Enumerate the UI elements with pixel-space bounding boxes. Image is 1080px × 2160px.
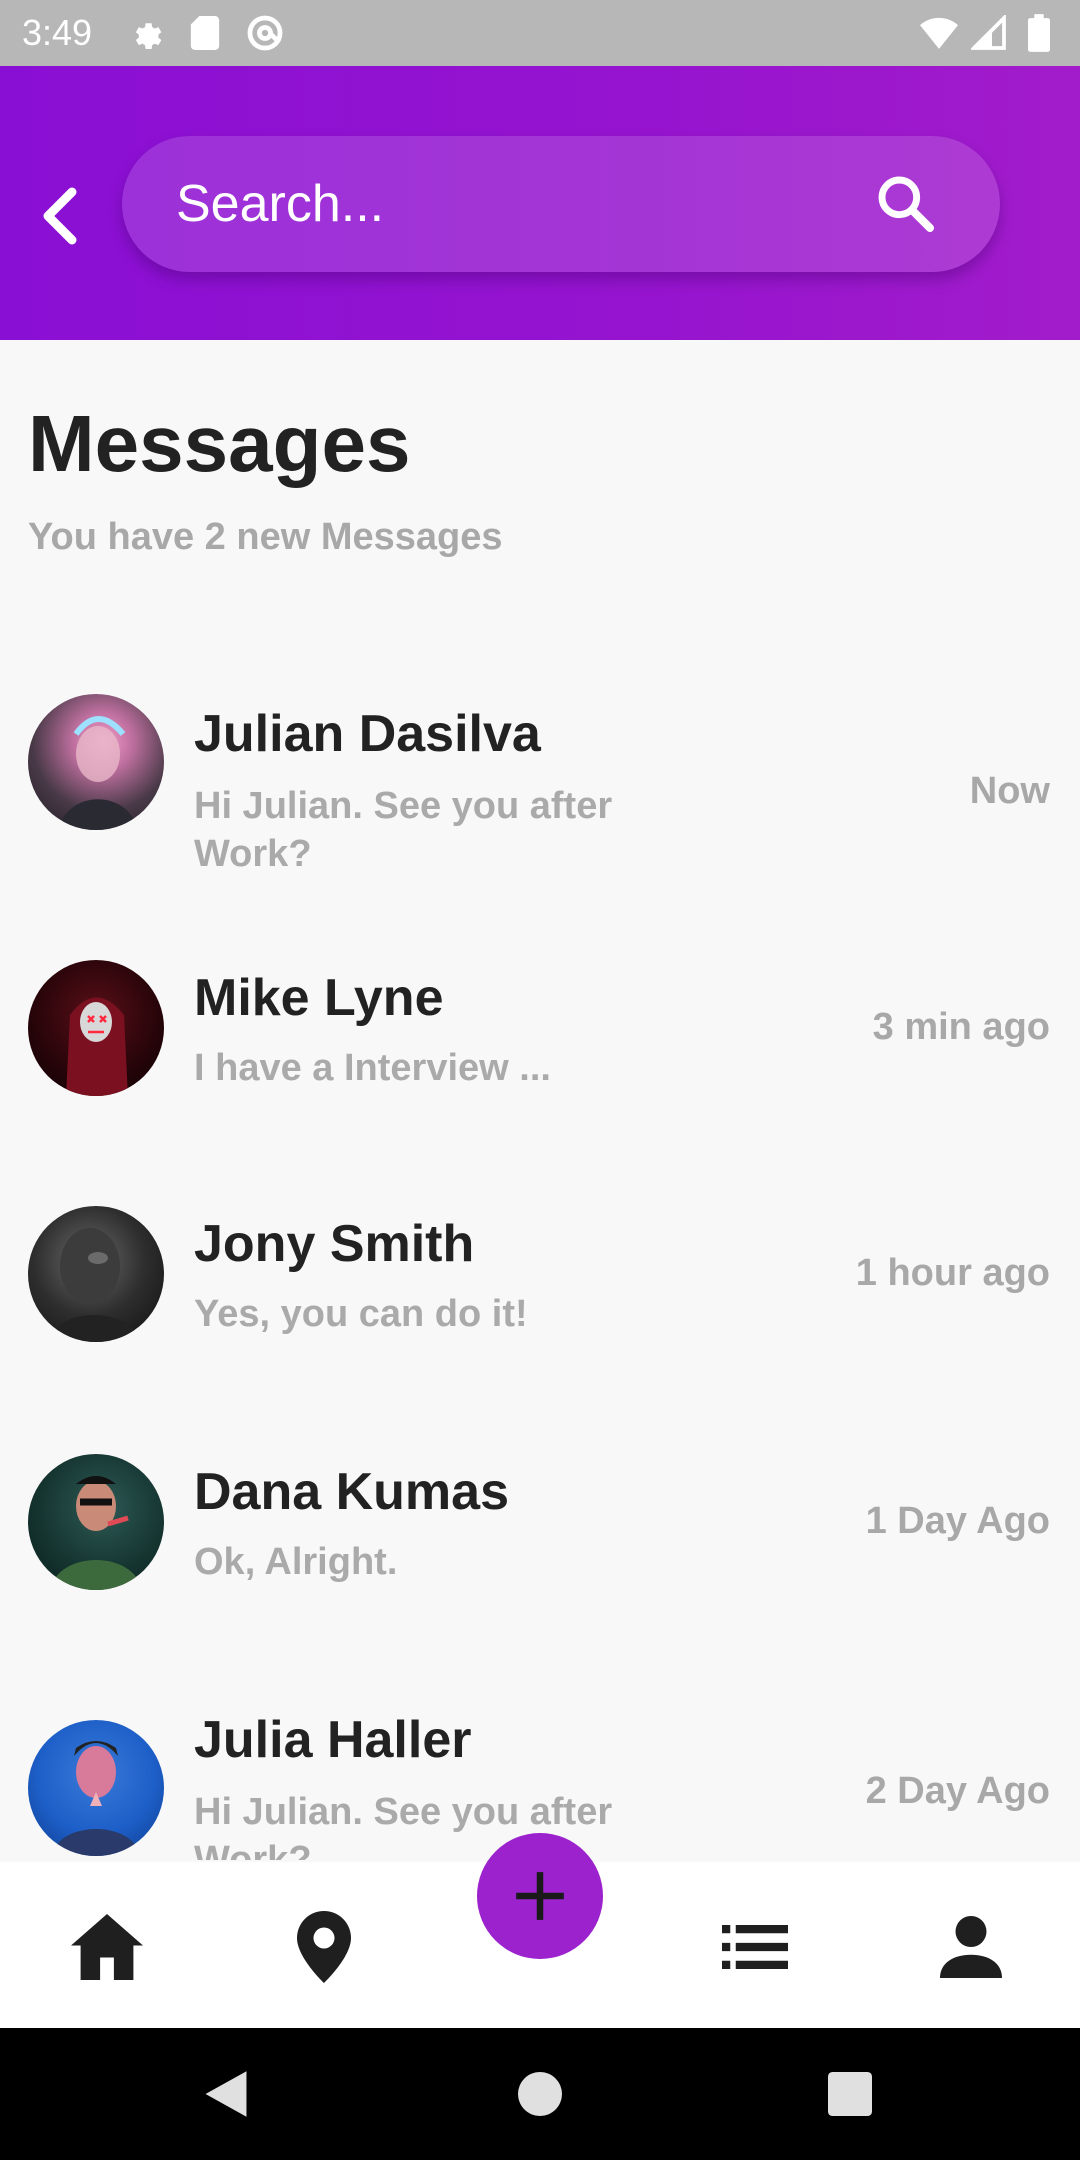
message-sender-name: Julia Haller	[194, 1711, 472, 1769]
list-icon	[722, 1925, 788, 1969]
message-sender-name: Dana Kumas	[194, 1463, 509, 1521]
status-icons-left	[126, 14, 284, 52]
message-preview: I have a Interview ...	[194, 1047, 551, 1089]
list-item[interactable]: Jony Smith Yes, you can do it! 1 hour ag…	[0, 1206, 1080, 1406]
cell-signal-icon	[970, 14, 1008, 52]
message-time: 2 Day Ago	[865, 1770, 1050, 1812]
avatar	[28, 1454, 164, 1590]
add-fab-button[interactable]	[477, 1833, 603, 1959]
app-header: Search...	[0, 66, 1080, 340]
nav-location-button[interactable]	[279, 1902, 369, 1992]
message-preview: Hi Julian. See you after Work?	[194, 1791, 613, 1860]
home-icon	[71, 1914, 143, 1980]
message-sender-name: Julian Dasilva	[194, 705, 541, 763]
chevron-left-icon	[43, 187, 77, 245]
person-icon	[940, 1916, 1002, 1978]
system-recents-button[interactable]	[820, 2064, 880, 2124]
back-triangle-icon	[205, 2071, 247, 2117]
avatar	[28, 1720, 164, 1856]
search-placeholder: Search...	[176, 175, 385, 233]
status-time: 3:49	[22, 12, 93, 53]
message-preview: Ok, Alright.	[194, 1541, 398, 1583]
system-back-button[interactable]	[196, 2064, 256, 2124]
avatar	[28, 960, 164, 1096]
system-nav-bar	[0, 2028, 1080, 2160]
message-preview: Hi Julian. See you after Work?	[194, 785, 613, 875]
page-subtitle: You have 2 new Messages	[28, 516, 503, 558]
search-input[interactable]: Search...	[122, 136, 1000, 272]
search-icon[interactable]	[874, 172, 938, 236]
message-preview: Yes, you can do it!	[194, 1293, 528, 1335]
list-item[interactable]: Julian Dasilva Hi Julian. See you after …	[0, 690, 1080, 890]
message-time: 1 hour ago	[855, 1252, 1050, 1294]
list-item[interactable]: Dana Kumas Ok, Alright. 1 Day Ago	[0, 1454, 1080, 1654]
battery-icon	[1020, 14, 1058, 52]
avatar	[28, 694, 164, 830]
message-sender-name: Mike Lyne	[194, 969, 444, 1027]
at-sign-icon	[246, 14, 284, 52]
recents-square-icon	[828, 2072, 872, 2116]
page-title: Messages	[28, 399, 411, 488]
nav-profile-button[interactable]	[926, 1902, 1016, 1992]
status-icons-right	[920, 14, 1058, 52]
message-time: 3 min ago	[872, 1006, 1050, 1048]
message-sender-name: Jony Smith	[194, 1215, 475, 1273]
status-bar: 3:49	[0, 0, 1080, 66]
nav-home-button[interactable]	[62, 1902, 152, 1992]
message-time: 1 Day Ago	[865, 1500, 1050, 1542]
avatar	[28, 1206, 164, 1342]
back-button[interactable]	[36, 176, 84, 256]
message-time: Now	[969, 770, 1050, 812]
settings-icon	[126, 14, 164, 52]
sd-card-icon	[186, 14, 224, 52]
wifi-icon	[920, 14, 958, 52]
message-list: Julian Dasilva Hi Julian. See you after …	[0, 660, 1080, 1860]
home-circle-icon	[518, 2072, 562, 2116]
nav-list-button[interactable]	[710, 1902, 800, 1992]
location-pin-icon	[297, 1911, 351, 1983]
plus-icon	[516, 1872, 564, 1920]
system-home-button[interactable]	[510, 2064, 570, 2124]
list-item[interactable]: Mike Lyne I have a Interview ... 3 min a…	[0, 958, 1080, 1158]
